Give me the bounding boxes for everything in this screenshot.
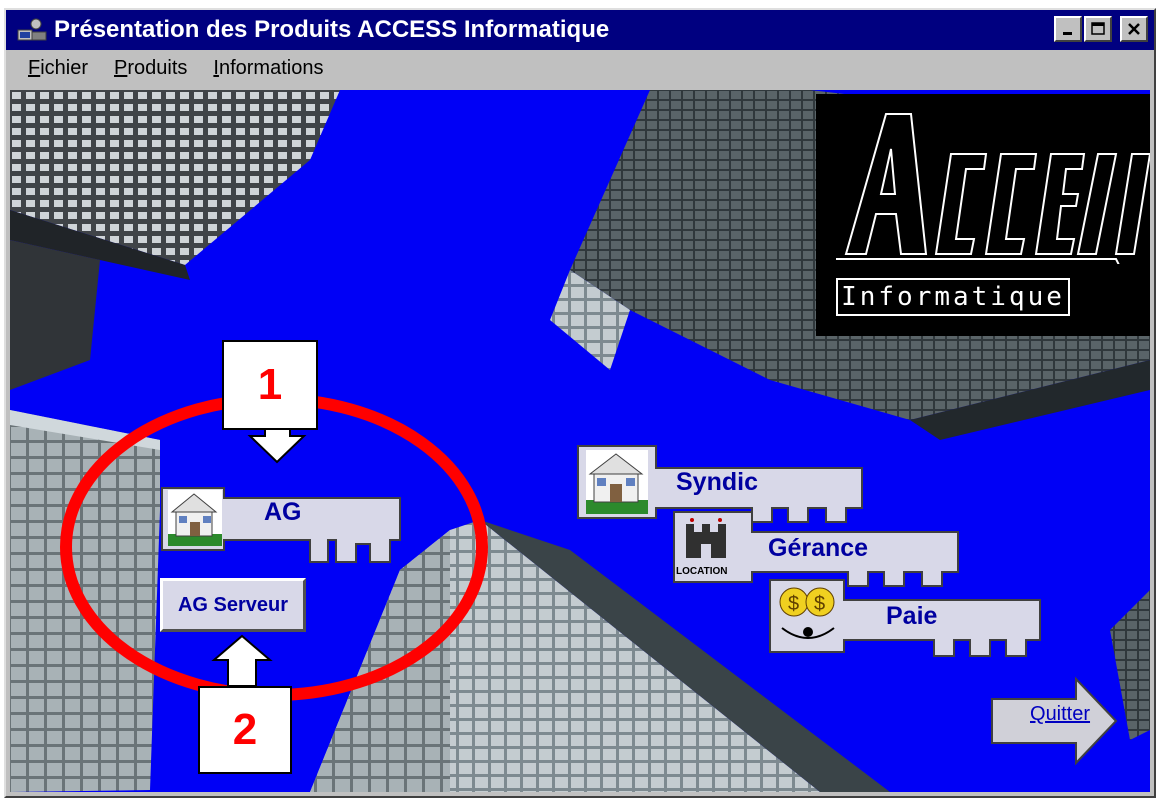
ag-key-label: AG [264,498,302,526]
maximize-icon [1091,22,1105,35]
close-icon [1128,23,1140,35]
ag-serveur-button[interactable]: AG Serveur [160,578,306,632]
menu-informations-label: nformations [218,56,324,79]
access-wordmark [836,113,1150,264]
quit-label-rest: uitter [1045,703,1091,725]
house-icon [168,490,222,546]
svg-text:$: $ [788,593,799,615]
menu-fichier[interactable]: Fichier [28,57,88,80]
menu-bar: Fichier Produits Informations [6,50,1154,86]
gerance-key-button[interactable]: Gérance LOCATION [672,510,962,588]
menu-fichier-mnemonic: F [28,56,41,79]
title-bar[interactable]: Présentation des Produits ACCESS Informa… [6,10,1154,50]
quit-button[interactable]: Quitter [990,675,1120,766]
close-button[interactable] [1120,16,1148,42]
app-window: Présentation des Produits ACCESS Informa… [4,8,1156,798]
access-logo: Informatique [816,94,1150,336]
paie-key-label: Paie [886,602,938,630]
paie-key-button[interactable]: $ $ Paie [768,578,1044,658]
minimize-button[interactable] [1054,16,1082,42]
window-title: Présentation des Produits ACCESS Informa… [54,16,610,43]
logo-informatique-text: Informatique [836,278,1070,316]
callout-2: 2 [198,686,292,774]
gerance-key-label: Gérance [768,534,869,562]
svg-text:$: $ [814,593,825,615]
syndic-key-label: Syndic [676,468,758,496]
castle-icon [686,518,726,558]
quit-label: Quitter [1030,703,1090,726]
menu-produits[interactable]: Produits [114,57,187,80]
menu-produits-label: roduits [127,56,188,79]
window-controls [1054,16,1148,42]
menu-fichier-label: ichier [40,56,89,79]
menu-informations[interactable]: Informations [213,57,323,80]
quit-mnemonic: Q [1030,703,1046,725]
product-canvas: Informatique AG AG Serveur Syndic Géranc… [10,90,1150,792]
minimize-icon [1063,32,1072,35]
menu-produits-mnemonic: P [114,56,128,79]
maximize-button[interactable] [1084,16,1112,42]
house-icon [586,450,648,514]
callout-1: 1 [222,340,318,430]
ag-key-button[interactable]: AG [160,486,404,564]
location-icon-caption: LOCATION [676,566,728,577]
app-icon[interactable] [14,15,50,45]
